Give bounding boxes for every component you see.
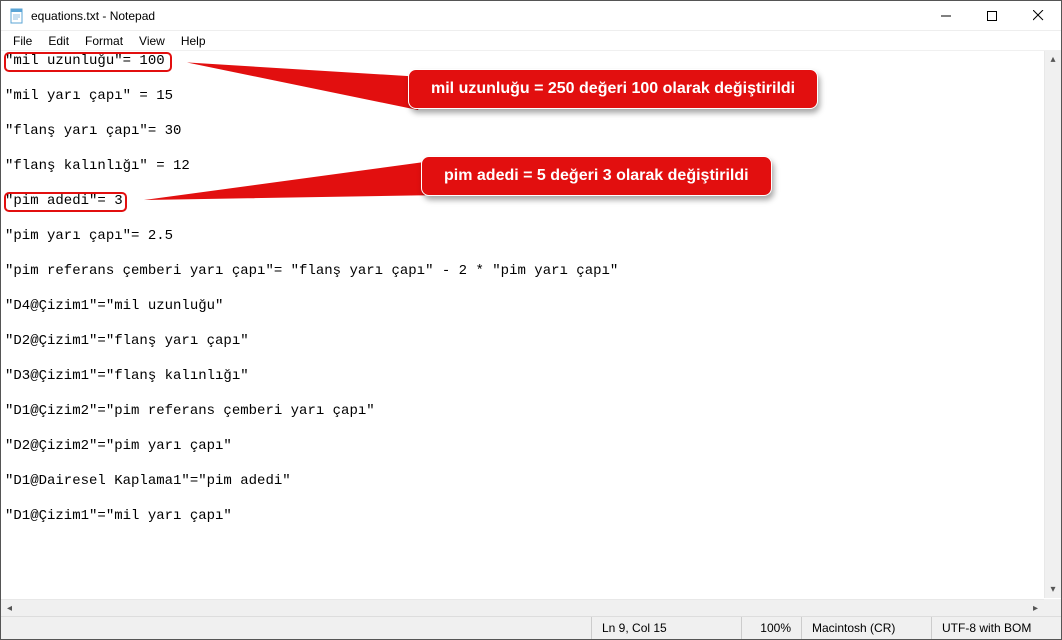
callout-1: mil uzunluğu = 250 değeri 100 olarak değ…: [408, 69, 818, 109]
menu-view[interactable]: View: [131, 33, 173, 49]
horizontal-scrollbar[interactable]: ◂ ▸: [1, 599, 1044, 616]
menu-format[interactable]: Format: [77, 33, 131, 49]
menu-help[interactable]: Help: [173, 33, 214, 49]
minimize-button[interactable]: [923, 1, 969, 30]
status-encoding: UTF-8 with BOM: [931, 617, 1061, 639]
callout-2-text: pim adedi = 5 değeri 3 olarak değiştiril…: [444, 167, 749, 184]
close-button[interactable]: [1015, 1, 1061, 30]
scroll-up-icon[interactable]: ▴: [1045, 51, 1061, 68]
window-controls: [923, 1, 1061, 30]
callout-2: pim adedi = 5 değeri 3 olarak değiştiril…: [421, 156, 772, 196]
menubar: File Edit Format View Help: [1, 31, 1061, 51]
menu-file[interactable]: File: [5, 33, 40, 49]
titlebar: equations.txt - Notepad: [1, 1, 1061, 31]
status-line-ending: Macintosh (CR): [801, 617, 931, 639]
editor-area: "mil uzunluğu"= 100 "mil yarı çapı" = 15…: [1, 51, 1061, 616]
scroll-down-icon[interactable]: ▾: [1045, 581, 1061, 598]
callout-1-text: mil uzunluğu = 250 değeri 100 olarak değ…: [431, 80, 795, 97]
window-title: equations.txt - Notepad: [31, 9, 923, 23]
status-position: Ln 9, Col 15: [591, 617, 741, 639]
vertical-scrollbar[interactable]: ▴ ▾: [1044, 51, 1061, 598]
statusbar-spacer: [1, 617, 591, 639]
menu-edit[interactable]: Edit: [40, 33, 77, 49]
maximize-button[interactable]: [969, 1, 1015, 30]
scroll-right-icon[interactable]: ▸: [1027, 600, 1044, 616]
status-zoom: 100%: [741, 617, 801, 639]
scroll-left-icon[interactable]: ◂: [1, 600, 18, 616]
notepad-icon: [9, 8, 25, 24]
statusbar: Ln 9, Col 15 100% Macintosh (CR) UTF-8 w…: [1, 616, 1061, 639]
scroll-corner: [1044, 599, 1061, 616]
text-content[interactable]: "mil uzunluğu"= 100 "mil yarı çapı" = 15…: [1, 51, 1061, 528]
